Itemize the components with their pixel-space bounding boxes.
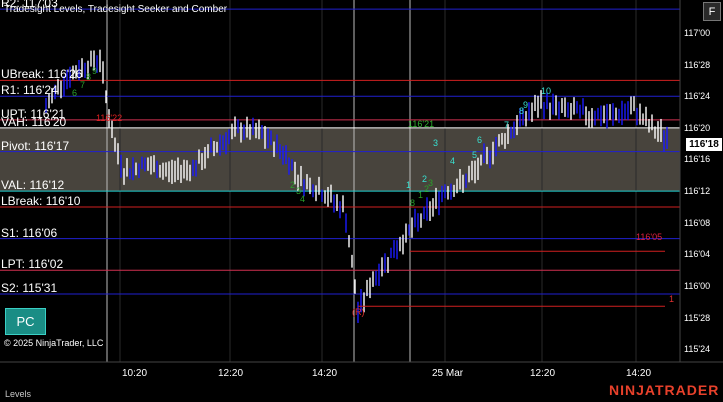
signal-label: (R) bbox=[352, 307, 365, 317]
signal-label: 116'22 bbox=[96, 113, 123, 123]
copyright-text: © 2025 NinjaTrader, LLC bbox=[4, 338, 104, 348]
level-label-r2: R2: 117'03 bbox=[1, 0, 58, 11]
signal-label: 7 bbox=[504, 120, 510, 130]
y-tick-label: 116'28 bbox=[684, 59, 711, 70]
y-tick-label: 117'00 bbox=[684, 27, 711, 38]
y-tick-label: 116'04 bbox=[684, 249, 711, 260]
x-tick-label: 25 Mar bbox=[432, 368, 464, 379]
last-price-marker: 116'18 bbox=[686, 137, 722, 151]
signal-label: 7 bbox=[80, 80, 86, 90]
signal-label: 1 bbox=[406, 180, 412, 190]
pc-button[interactable]: PC bbox=[5, 308, 46, 335]
signal-label: 4 bbox=[450, 156, 456, 166]
y-tick-label: 115'24 bbox=[684, 344, 711, 355]
signal-label: 9 bbox=[92, 66, 98, 76]
y-tick-label: 116'08 bbox=[684, 217, 711, 228]
signal-label: 8 bbox=[410, 198, 416, 208]
x-tick-label: 14:20 bbox=[626, 368, 652, 379]
level-label-lbreak: LBreak: 116'10 bbox=[1, 193, 81, 208]
x-tick-label: 10:20 bbox=[122, 368, 148, 379]
signal-label: 10 bbox=[541, 86, 552, 96]
level-label-pivot: Pivot: 116'17 bbox=[1, 138, 70, 153]
signal-label: 2 bbox=[290, 180, 296, 190]
x-tick-label: 12:20 bbox=[218, 368, 244, 379]
y-tick-label: 115'28 bbox=[684, 312, 711, 323]
signal-label: 6 bbox=[72, 88, 78, 98]
signal-label: 3 bbox=[433, 138, 439, 148]
level-label-ubreak: UBreak: 116'26 bbox=[1, 67, 83, 82]
signal-label: 9 bbox=[523, 100, 529, 110]
y-tick-label: 116'24 bbox=[684, 91, 711, 102]
chart-canvas[interactable] bbox=[0, 0, 723, 402]
level-label-r1: R1: 116'24 bbox=[1, 83, 58, 98]
value-area-band bbox=[0, 127, 680, 192]
signal-label: 2 bbox=[422, 174, 428, 184]
signal-label: 1 bbox=[418, 190, 424, 200]
signal-label: 6 bbox=[477, 135, 483, 145]
signal-label: 116'05 bbox=[636, 232, 663, 242]
y-tick-label: 116'16 bbox=[684, 154, 711, 165]
y-tick-label: 116'12 bbox=[684, 186, 711, 197]
y-tick-label: 116'00 bbox=[684, 281, 711, 292]
y-tick-label: 116'20 bbox=[684, 122, 711, 133]
signal-label: 1 bbox=[669, 294, 675, 304]
status-label: Levels bbox=[5, 389, 32, 399]
level-label-val: VAL: 116'12 bbox=[1, 178, 65, 193]
signal-label: 5 bbox=[472, 150, 478, 160]
level-label-s1: S1: 116'06 bbox=[1, 225, 58, 240]
level-label-upt: UPT: 116'21 bbox=[1, 106, 66, 121]
signal-label: 116'21 bbox=[408, 119, 435, 129]
signal-label: 3 bbox=[428, 178, 434, 188]
chart-menu-button[interactable]: F bbox=[703, 2, 721, 21]
x-tick-label: 12:20 bbox=[530, 368, 556, 379]
level-label-lpt: LPT: 116'02 bbox=[1, 257, 64, 272]
x-tick-label: 14:20 bbox=[312, 368, 338, 379]
signal-label: 8 bbox=[86, 72, 92, 82]
signal-label: 4 bbox=[300, 194, 306, 204]
level-label-s2: S2: 115'31 bbox=[1, 280, 58, 295]
ninjatrader-logo: NINJATRADER bbox=[609, 382, 720, 398]
